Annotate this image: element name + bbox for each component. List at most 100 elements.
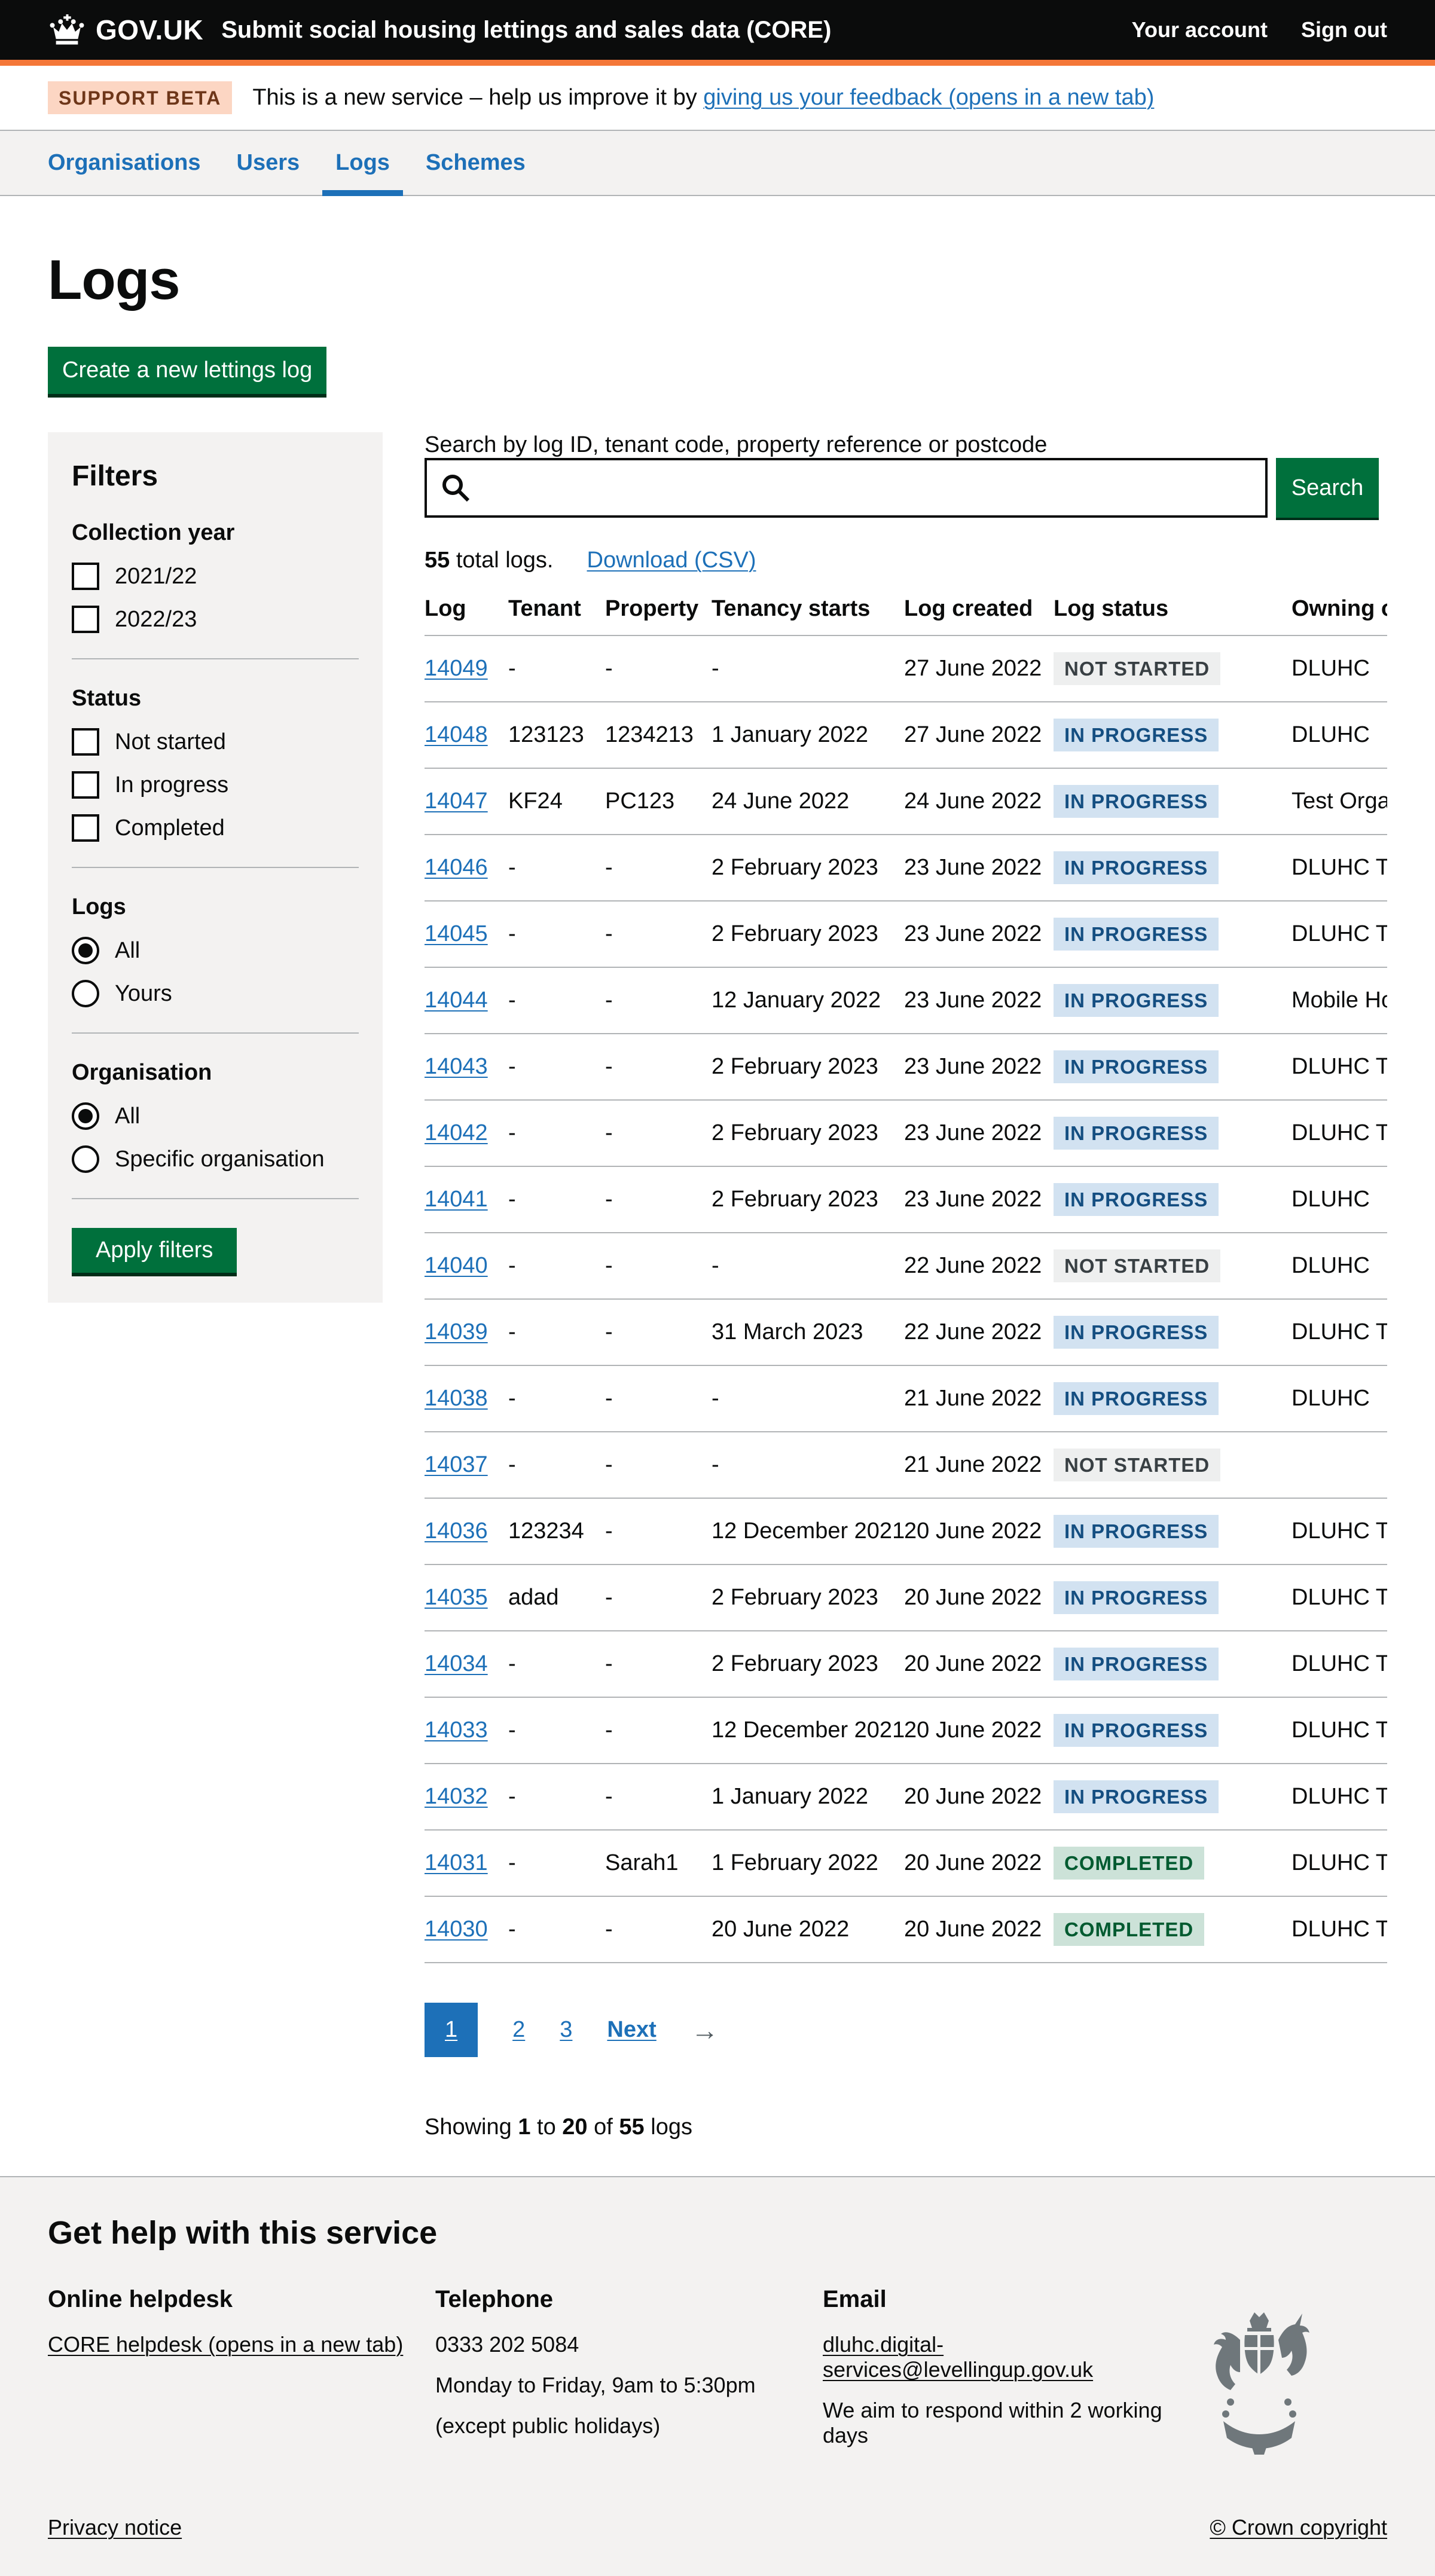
footer-link-dluhc-digital-services-l[interactable]: dluhc.digital-services@levellingup.gov.u… — [823, 2332, 1093, 2382]
page-link-1[interactable]: 1 — [425, 2003, 478, 2057]
checkbox-icon[interactable] — [72, 563, 99, 590]
pagination: 1 2 3 Next → — [425, 2003, 1387, 2057]
create-lettings-log-button[interactable]: Create a new lettings log — [48, 347, 326, 394]
status-badge: IN PROGRESS — [1054, 1183, 1219, 1216]
tab-schemes[interactable]: Schemes — [413, 131, 539, 196]
log-link[interactable]: 14047 — [425, 789, 488, 814]
feedback-link[interactable]: giving us your feedback (opens in a new … — [703, 85, 1154, 110]
log-link[interactable]: 14043 — [425, 1054, 488, 1079]
log-link[interactable]: 14046 — [425, 855, 488, 880]
cell-log: 14046 — [425, 835, 508, 901]
status-badge: IN PROGRESS — [1054, 1382, 1219, 1415]
cell-property: - — [605, 1034, 712, 1100]
cell-tenant: - — [508, 1896, 605, 1963]
option-label: Specific organisation — [115, 1147, 325, 1172]
log-link[interactable]: 14031 — [425, 1850, 488, 1875]
table-row: 14047KF24PC12324 June 202224 June 2022IN… — [425, 768, 1387, 835]
apply-filters-button[interactable]: Apply filters — [72, 1228, 237, 1273]
radio-icon[interactable] — [72, 937, 99, 964]
checkbox-icon[interactable] — [72, 771, 99, 799]
cell-log-created: 20 June 2022 — [904, 1896, 1054, 1963]
radio-icon[interactable] — [72, 1102, 99, 1130]
log-link[interactable]: 14048 — [425, 722, 488, 747]
cell-tenant: - — [508, 1034, 605, 1100]
log-link[interactable]: 14035 — [425, 1585, 488, 1610]
checkbox-option-2022-23[interactable]: 2022/23 — [72, 606, 359, 633]
log-link[interactable]: 14045 — [425, 921, 488, 946]
column-header-log-created: Log created — [904, 591, 1054, 635]
page-link-2[interactable]: 2 — [512, 2017, 525, 2043]
search-button[interactable]: Search — [1276, 458, 1379, 518]
log-link[interactable]: 14049 — [425, 656, 488, 681]
cell-property: - — [605, 1764, 712, 1830]
filter-groups: Collection year2021/222022/23StatusNot s… — [72, 520, 359, 1199]
log-link[interactable]: 14030 — [425, 1917, 488, 1942]
divider — [72, 1032, 359, 1034]
privacy-notice-link[interactable]: Privacy notice — [48, 2515, 182, 2540]
log-link[interactable]: 14037 — [425, 1452, 488, 1477]
checkbox-option-2021-22[interactable]: 2021/22 — [72, 563, 359, 590]
cell-property: 1234213 — [605, 702, 712, 768]
radio-option-yours[interactable]: Yours — [72, 980, 359, 1007]
log-link[interactable]: 14034 — [425, 1651, 488, 1676]
your-account-link[interactable]: Your account — [1132, 17, 1268, 42]
checkbox-icon[interactable] — [72, 606, 99, 633]
cell-owning-organisation: DLUHC — [1292, 1166, 1387, 1233]
radio-icon[interactable] — [72, 1145, 99, 1173]
cell-log: 14034 — [425, 1631, 508, 1697]
checkbox-option-completed[interactable]: Completed — [72, 814, 359, 842]
radio-option-all[interactable]: All — [72, 1102, 359, 1130]
log-link[interactable]: 14033 — [425, 1718, 488, 1743]
column-header-tenancy-starts: Tenancy starts — [712, 591, 904, 635]
search-input[interactable] — [425, 458, 1268, 518]
checkbox-option-in-progress[interactable]: In progress — [72, 771, 359, 799]
arrow-right-icon[interactable]: → — [691, 2014, 719, 2046]
checkbox-icon[interactable] — [72, 728, 99, 756]
cell-tenant: - — [508, 1830, 605, 1896]
footer-link-core-helpdesk-opens-in-a[interactable]: CORE helpdesk (opens in a new tab) — [48, 2332, 403, 2357]
table-row: 14046--2 February 202323 June 2022IN PRO… — [425, 835, 1387, 901]
tab-logs[interactable]: Logs — [322, 131, 403, 196]
cell-log-status: IN PROGRESS — [1054, 1166, 1292, 1233]
log-link[interactable]: 14039 — [425, 1319, 488, 1344]
table-header-row: LogTenantPropertyTenancy startsLog creat… — [425, 591, 1387, 635]
log-link[interactable]: 14044 — [425, 988, 488, 1013]
govuk-logo[interactable]: GOV.UK — [96, 14, 203, 46]
log-link[interactable]: 14036 — [425, 1518, 488, 1544]
next-page-link[interactable]: Next — [607, 2017, 656, 2043]
footer-col-title: Email — [823, 2286, 1186, 2313]
cell-owning-organisation: DLUHC Tes — [1292, 1564, 1387, 1631]
log-link[interactable]: 14042 — [425, 1120, 488, 1145]
checkbox-icon[interactable] — [72, 814, 99, 842]
tab-users[interactable]: Users — [224, 131, 313, 196]
tab-organisations[interactable]: Organisations — [35, 131, 214, 196]
radio-option-specific-organisation[interactable]: Specific organisation — [72, 1145, 359, 1173]
cell-log: 14043 — [425, 1034, 508, 1100]
sign-out-link[interactable]: Sign out — [1301, 17, 1387, 42]
service-name[interactable]: Submit social housing lettings and sales… — [221, 17, 831, 44]
radio-option-all[interactable]: All — [72, 937, 359, 964]
download-csv-link[interactable]: Download (CSV) — [587, 548, 756, 573]
page-link-3[interactable]: 3 — [560, 2017, 572, 2043]
log-link[interactable]: 14041 — [425, 1187, 488, 1212]
log-link[interactable]: 14040 — [425, 1253, 488, 1278]
cell-property: - — [605, 901, 712, 967]
cell-tenant: 123234 — [508, 1498, 605, 1564]
log-link[interactable]: 14032 — [425, 1784, 488, 1809]
log-link[interactable]: 14038 — [425, 1386, 488, 1411]
radio-icon[interactable] — [72, 980, 99, 1007]
cell-log-status: IN PROGRESS — [1054, 1100, 1292, 1166]
filter-group-organisation: OrganisationAllSpecific organisation — [72, 1060, 359, 1173]
checkbox-option-not-started[interactable]: Not started — [72, 728, 359, 756]
cell-log-created: 27 June 2022 — [904, 635, 1054, 702]
phase-banner-text: This is a new service – help us improve … — [252, 85, 1154, 111]
cell-log-status: NOT STARTED — [1054, 1233, 1292, 1299]
cell-tenancy-starts: - — [712, 635, 904, 702]
footer-col-title: Online helpdesk — [48, 2286, 411, 2313]
footer-columns: Online helpdesk CORE helpdesk (opens in a… — [48, 2286, 1387, 2464]
status-badge: NOT STARTED — [1054, 1449, 1220, 1481]
cell-property: - — [605, 1432, 712, 1498]
cell-tenant: - — [508, 967, 605, 1034]
cell-log-created: 27 June 2022 — [904, 702, 1054, 768]
crown-copyright-link[interactable]: © Crown copyright — [1210, 2515, 1387, 2540]
